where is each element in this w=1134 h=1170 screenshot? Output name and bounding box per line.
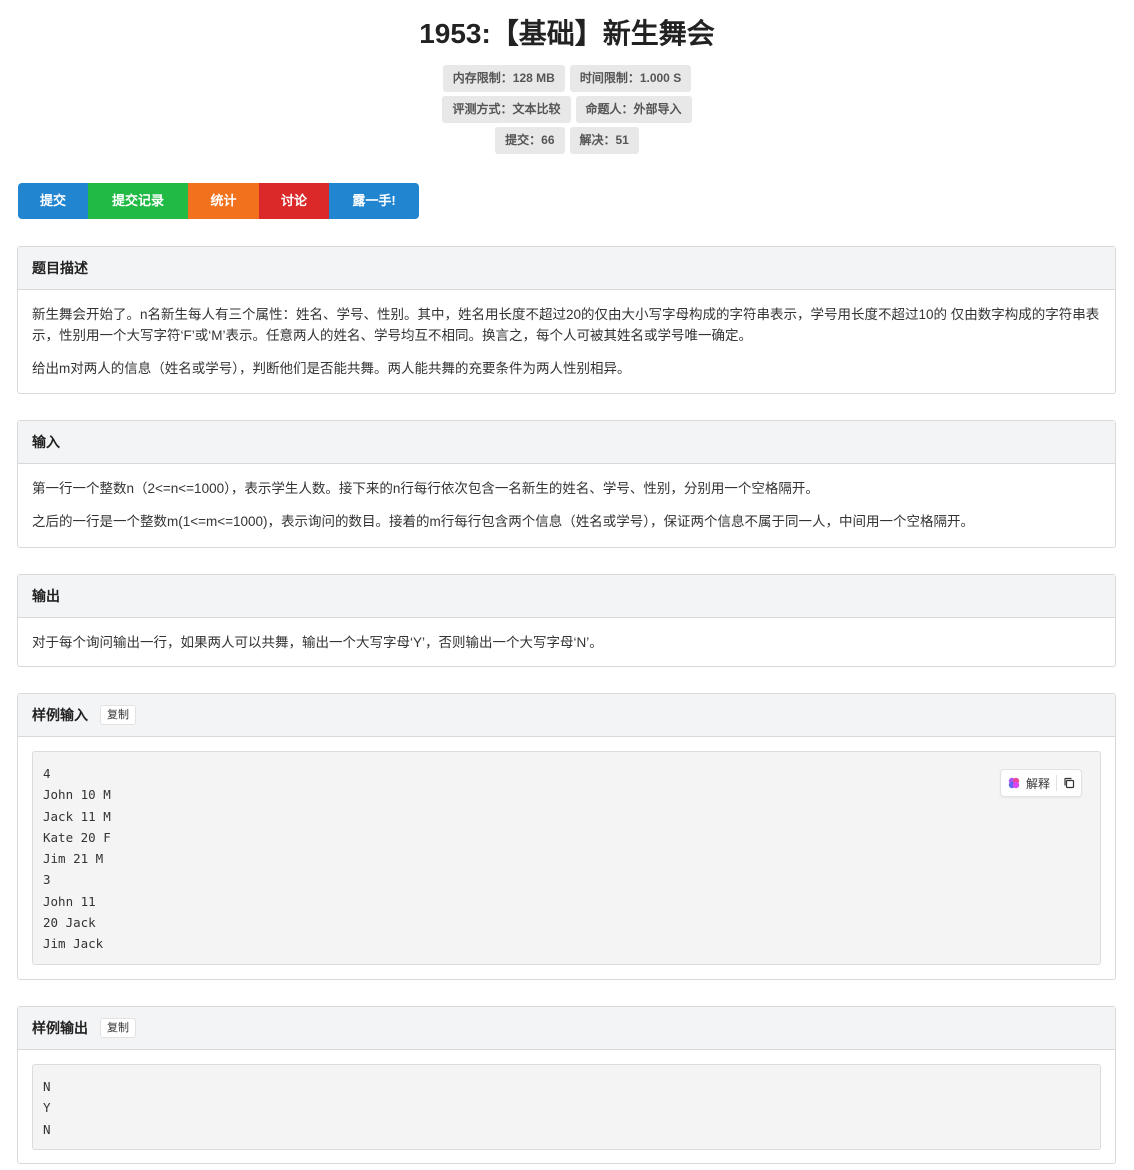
submit-records-button[interactable]: 提交记录 bbox=[88, 183, 188, 219]
input-panel: 输入 第一行一个整数n（2<=n<=1000），表示学生人数。接下来的n行每行依… bbox=[17, 420, 1116, 548]
input-paragraph: 之后的一行是一个整数m(1<=m<=1000)，表示询问的数目。接着的m行每行包… bbox=[32, 514, 975, 529]
code-line: Jim 21 M bbox=[43, 851, 104, 867]
sample-input-panel: 样例输入 复制 4 John 10 M Jack 11 M Kate 20 F … bbox=[17, 693, 1116, 980]
sample-output-copy-button[interactable]: 复制 bbox=[100, 1018, 136, 1038]
code-line: N bbox=[43, 1121, 51, 1137]
output-header: 输出 bbox=[18, 575, 1115, 618]
info-row-limits: 内存限制：128 MB 时间限制：1.000 S bbox=[0, 65, 1134, 92]
brain-icon bbox=[1008, 777, 1020, 789]
input-title: 输入 bbox=[32, 434, 60, 450]
code-toolbar: 解释 bbox=[999, 769, 1082, 797]
problem-title: 1953:【基础】新生舞会 bbox=[419, 18, 715, 49]
info-row-stats: 提交：66 解决：51 bbox=[0, 127, 1134, 154]
code-line: 3 bbox=[43, 872, 51, 888]
sample-output-panel: 样例输出 复制 N Y N bbox=[17, 1006, 1116, 1164]
info-row-judge: 评测方式：文本比较 命题人：外部导入 bbox=[0, 96, 1134, 123]
author-badge: 命题人：外部导入 bbox=[575, 96, 692, 123]
discussion-button[interactable]: 讨论 bbox=[259, 183, 329, 219]
sample-input-title: 样例输入 bbox=[32, 707, 88, 723]
code-line: Y bbox=[43, 1100, 51, 1116]
explain-label: 解释 bbox=[1025, 776, 1050, 791]
copy-icon[interactable] bbox=[1063, 777, 1075, 789]
sample-output-code-block: N Y N bbox=[32, 1064, 1101, 1150]
input-body: 第一行一个整数n（2<=n<=1000），表示学生人数。接下来的n行每行依次包含… bbox=[18, 464, 1115, 532]
code-line: 20 Jack bbox=[43, 915, 96, 931]
code-line: Kate 20 F bbox=[43, 829, 111, 845]
sample-output-header: 样例输出 复制 bbox=[18, 1007, 1115, 1050]
description-paragraph: 给出m对两人的信息（姓名或学号），判断他们是否能共舞。两人能共舞的充要条件为两人… bbox=[32, 361, 631, 376]
submit-button[interactable]: 提交 bbox=[18, 183, 88, 219]
description-panel: 题目描述 新生舞会开始了。n名新生每人有三个属性：姓名、学号、性别。其中，姓名用… bbox=[17, 246, 1116, 394]
code-line: John 11 bbox=[43, 893, 96, 909]
show-off-button[interactable]: 露一手! bbox=[329, 183, 419, 219]
code-line: John 10 M bbox=[43, 787, 111, 803]
description-body: 新生舞会开始了。n名新生每人有三个属性：姓名、学号、性别。其中，姓名用长度不超过… bbox=[18, 290, 1115, 379]
output-title: 输出 bbox=[32, 588, 60, 604]
explain-button[interactable]: 解释 bbox=[1007, 775, 1050, 792]
code-line: 4 bbox=[43, 766, 51, 781]
code-line: Jim Jack bbox=[43, 936, 104, 952]
sample-input-copy-button[interactable]: 复制 bbox=[100, 705, 136, 725]
output-body: 对于每个询问输出一行，如果两人可以共舞，输出一个大写字母‘Y’，否则输出一个大写… bbox=[18, 618, 1115, 653]
input-paragraph: 第一行一个整数n（2<=n<=1000），表示学生人数。接下来的n行每行依次包含… bbox=[32, 481, 819, 496]
memory-limit-badge: 内存限制：128 MB bbox=[442, 65, 565, 92]
output-paragraph: 对于每个询问输出一行，如果两人可以共舞，输出一个大写字母‘Y’，否则输出一个大写… bbox=[32, 635, 603, 650]
code-line: N bbox=[43, 1079, 51, 1094]
submit-count-badge: 提交：66 bbox=[495, 127, 565, 154]
description-paragraph: 新生舞会开始了。n名新生每人有三个属性：姓名、学号、性别。其中，姓名用长度不超过… bbox=[32, 307, 1100, 343]
input-header: 输入 bbox=[18, 421, 1115, 464]
action-button-group: 提交 提交记录 统计 讨论 露一手! bbox=[18, 183, 419, 219]
description-title: 题目描述 bbox=[32, 260, 88, 276]
toolbar-divider bbox=[1056, 775, 1057, 791]
code-line: Jack 11 M bbox=[43, 808, 111, 824]
solved-count-badge: 解决：51 bbox=[569, 127, 639, 154]
sample-input-header: 样例输入 复制 bbox=[18, 694, 1115, 737]
statistics-button[interactable]: 统计 bbox=[188, 183, 259, 219]
judge-mode-badge: 评测方式：文本比较 bbox=[442, 96, 571, 123]
sample-input-code-block: 4 John 10 M Jack 11 M Kate 20 F Jim 21 M… bbox=[32, 751, 1101, 965]
description-header: 题目描述 bbox=[18, 247, 1115, 290]
output-panel: 输出 对于每个询问输出一行，如果两人可以共舞，输出一个大写字母‘Y’，否则输出一… bbox=[17, 574, 1116, 667]
sample-output-title: 样例输出 bbox=[32, 1020, 88, 1036]
time-limit-badge: 时间限制：1.000 S bbox=[569, 65, 692, 92]
